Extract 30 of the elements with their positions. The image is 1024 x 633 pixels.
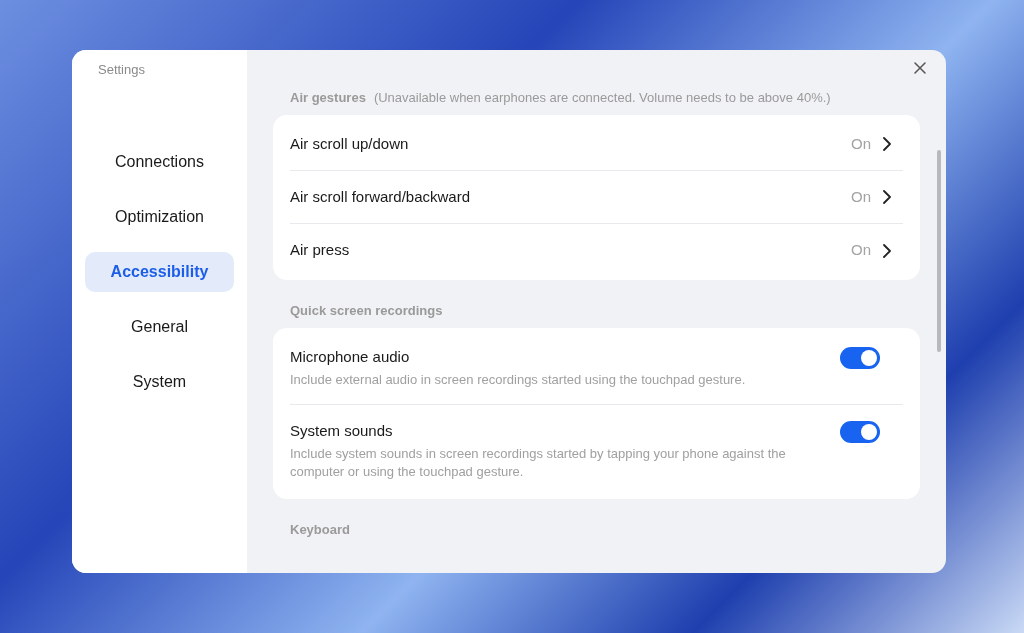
setting-label: Microphone audio [290, 347, 411, 367]
sidebar-item[interactable]: System [85, 361, 234, 402]
setting-row[interactable]: Air scroll forward/backward On [290, 171, 903, 224]
setting-row[interactable]: Air scroll up/down On [290, 118, 903, 171]
chevron-right-icon [883, 243, 891, 258]
toggle-switch[interactable] [840, 347, 880, 369]
sidebar-item[interactable]: General [85, 306, 234, 347]
close-icon [914, 62, 926, 74]
setting-label: Air scroll forward/backward [290, 186, 472, 207]
setting-label: Air scroll up/down [290, 133, 410, 154]
setting-description: Include system sounds in screen recordings started by tapping your phone against the computer or using the touchpad gesture. [290, 445, 787, 481]
setting-description: Include external audio in screen recordings started using the touchpad gesture. [290, 371, 747, 389]
setting-label: Air press [290, 240, 351, 261]
chevron-right-icon [883, 190, 891, 204]
setting-value: On [851, 133, 871, 154]
sidebar-item[interactable]: Optimization [85, 196, 234, 237]
sidebar-item[interactable]: Connections [85, 141, 234, 182]
section-note: (Unavailable when earphones are connected. Volume needs to be above 40%.) [373, 89, 831, 107]
section-title: Air gestures [290, 89, 366, 107]
setting-row[interactable]: Air press On [290, 224, 903, 277]
close-button[interactable] [912, 60, 928, 76]
setting-label: System sounds [290, 421, 394, 441]
section-title: Quick screen recordings [290, 302, 443, 320]
setting-value: On [851, 240, 871, 261]
sidebar-item[interactable]: Accessibility [85, 251, 234, 292]
section-title: Keyboard [290, 521, 350, 539]
setting-value: On [851, 186, 871, 207]
toggle-switch[interactable] [840, 421, 880, 443]
chevron-right-icon [883, 137, 891, 151]
window-title: Settings [97, 61, 146, 79]
